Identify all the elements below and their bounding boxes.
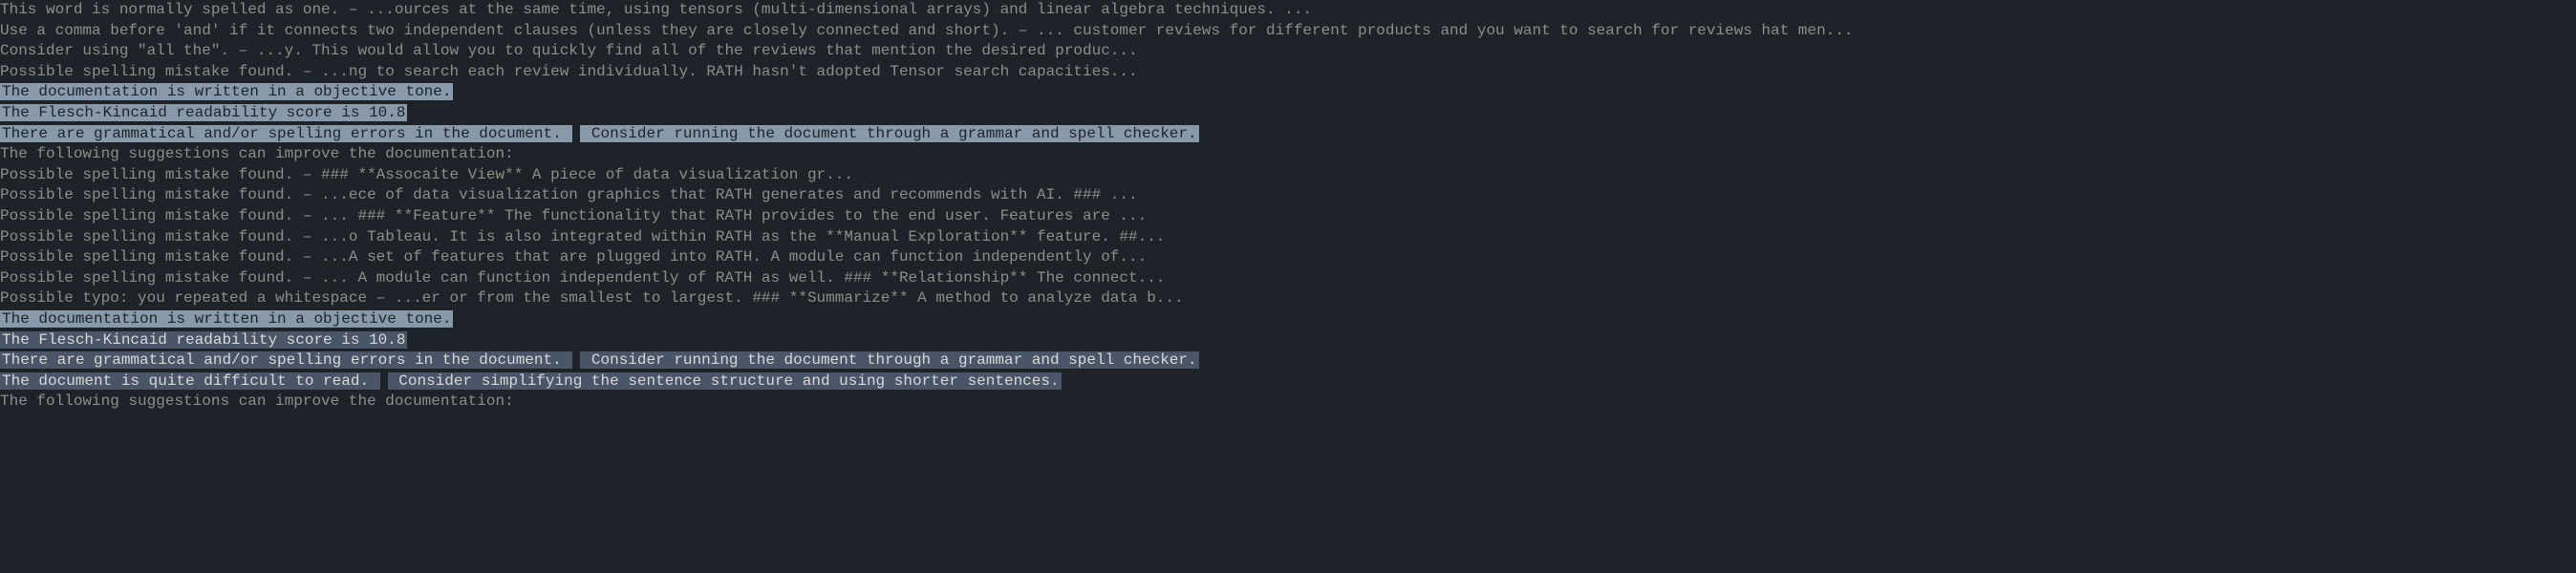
output-line: The documentation is written in a object… (0, 309, 2576, 330)
highlight: The document is quite difficult to read. (0, 372, 380, 390)
output-line: Possible spelling mistake found. – ...ec… (0, 185, 2576, 206)
terminal-output: This word is normally spelled as one. – … (0, 0, 2576, 413)
output-line: Possible spelling mistake found. – ...A … (0, 247, 2576, 268)
highlight: The Flesch-Kincaid readability score is … (0, 104, 407, 121)
output-line: This word is normally spelled as one. – … (0, 0, 2576, 21)
output-line: The documentation is written in a object… (0, 82, 2576, 103)
text: Possible spelling mistake found. – ### *… (0, 166, 853, 183)
output-line: Possible spelling mistake found. – ...o … (0, 227, 2576, 248)
text: Possible spelling mistake found. – ...o … (0, 228, 1165, 245)
highlight: The documentation is written in a object… (0, 83, 453, 100)
highlight: Consider running the document through a … (580, 351, 1198, 369)
text: Possible spelling mistake found. – ...ec… (0, 186, 1138, 203)
highlight: Consider simplifying the sentence struct… (388, 372, 1062, 390)
text: Consider using "all the". – ...y. This w… (0, 42, 1138, 59)
output-line: Possible spelling mistake found. – ...ng… (0, 62, 2576, 83)
output-line: Possible spelling mistake found. – ... A… (0, 268, 2576, 289)
text: Possible spelling mistake found. – ... A… (0, 269, 1165, 286)
highlight: Consider running the document through a … (580, 125, 1198, 142)
output-line: The Flesch-Kincaid readability score is … (0, 330, 2576, 351)
highlight: There are grammatical and/or spelling er… (0, 351, 572, 369)
output-line: The following suggestions can improve th… (0, 144, 2576, 165)
text: The following suggestions can improve th… (0, 145, 514, 162)
text: Possible typo: you repeated a whitespace… (0, 289, 1184, 307)
output-line: There are grammatical and/or spelling er… (0, 124, 2576, 145)
output-line: The Flesch-Kincaid readability score is … (0, 103, 2576, 124)
output-line: The following suggestions can improve th… (0, 392, 2576, 413)
output-line: Use a comma before 'and' if it connects … (0, 21, 2576, 42)
text: Use a comma before 'and' if it connects … (0, 22, 1854, 39)
text: Possible spelling mistake found. – ...ng… (0, 63, 1138, 80)
text: Possible spelling mistake found. – ... #… (0, 207, 1147, 224)
highlight: There are grammatical and/or spelling er… (0, 125, 572, 142)
output-line: Possible typo: you repeated a whitespace… (0, 288, 2576, 309)
output-line: Possible spelling mistake found. – ... #… (0, 206, 2576, 227)
output-line: Consider using "all the". – ...y. This w… (0, 41, 2576, 62)
output-line: Possible spelling mistake found. – ### *… (0, 165, 2576, 186)
text: The following suggestions can improve th… (0, 393, 514, 410)
output-line: The document is quite difficult to read.… (0, 371, 2576, 393)
highlight: The Flesch-Kincaid readability score is … (0, 331, 407, 349)
highlight: The documentation is written in a object… (0, 310, 453, 328)
text: This word is normally spelled as one. – … (0, 1, 1312, 18)
text: Possible spelling mistake found. – ...A … (0, 248, 1147, 265)
output-line: There are grammatical and/or spelling er… (0, 350, 2576, 371)
